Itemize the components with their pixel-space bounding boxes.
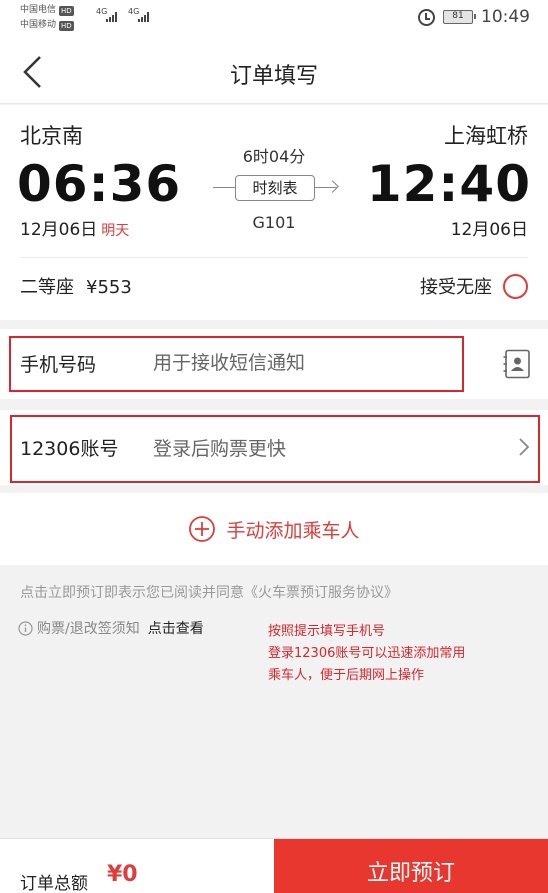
ticket-notice-link[interactable]: 点击查看 [148,618,204,638]
seat-class: 二等座 [20,277,74,298]
order-total-label: 订单总额 [20,874,88,893]
battery-icon: 81 [443,10,476,24]
carrier-2-name: 中国移动 [20,20,57,30]
accept-no-seat-label: 接受无座 [420,277,492,298]
ticket-notice-text: 购票/退改签须知 [37,621,140,637]
add-passenger-button[interactable]: 手动添加乘车人 [0,493,548,565]
phone-row: 手机号码 [0,329,548,399]
bottom-bar: 订单总额 ¥0 立即预订 [0,838,548,893]
agreement-text[interactable]: 点击立即预订即表示您已阅读并同意《火车票预订服务协议》 [20,582,398,602]
carrier-1-name: 中国电信 [20,5,57,15]
signal-icon [106,12,117,22]
add-passenger-row: 手动添加乘车人 [0,493,548,565]
timetable-arrow: 时刻表 [213,175,339,201]
train-number: G101 [252,213,296,232]
hd-badge: HD [59,5,74,16]
book-now-button[interactable]: 立即预订 [274,839,548,893]
contacts-icon[interactable] [503,349,531,379]
clock-time: 10:49 [481,7,530,27]
order-page: 中国电信 HD 中国移动 HD 4G 4G 81 10:49 订单填写 北京南 … [0,0,548,893]
accept-no-seat-radio[interactable] [503,274,528,299]
annotation-text: 按照提示填写手机号 登录12306账号可以迅速添加常用 乘车人，便于后期网上操作 [268,621,465,687]
chevron-right-icon [519,438,530,456]
status-bar: 中国电信 HD 中国移动 HD 4G 4G 81 10:49 [0,0,548,38]
seat-info[interactable]: 二等座 ¥553 [20,273,132,299]
page-title: 订单填写 [229,64,318,89]
card-divider [20,257,528,258]
annotation-line: 乘车人，便于后期网上操作 [268,668,425,683]
phone-input[interactable] [153,347,443,379]
order-total-amount: ¥0 [107,862,138,887]
info-icon [18,620,33,636]
plus-circle-icon [189,516,216,542]
ticket-notice[interactable]: 购票/退改签须知 点击查看 [18,618,204,638]
carrier-row-1: 中国电信 HD [20,3,74,18]
account-login-hint: 登录后购票更快 [153,438,287,460]
carrier-row-2: 中国移动 HD [20,18,74,33]
phone-label: 手机号码 [20,354,97,376]
arrow-right-icon [326,180,339,193]
annotation-line: 登录12306账号可以迅速添加常用 [268,646,466,661]
trip-duration: 6时04分 [242,147,306,166]
status-right: 81 10:49 [418,7,530,27]
signal-icon [138,12,149,22]
annotation-line: 按照提示填写手机号 [268,624,386,639]
account-row[interactable]: 12306账号 登录后购票更快 [0,410,548,485]
hd-badge: HD [59,20,74,31]
seat-price: ¥553 [86,277,132,298]
timetable-button[interactable]: 时刻表 [235,175,315,201]
header: 订单填写 [0,38,548,104]
train-info-card: 北京南 上海虹桥 06:36 12:40 12月06日 明天 12月06日 6时0… [0,105,548,320]
carrier-info: 中国电信 HD 中国移动 HD [20,3,74,33]
account-label: 12306账号 [20,438,119,460]
add-passenger-label: 手动添加乘车人 [226,519,360,542]
alarm-icon [418,8,435,26]
